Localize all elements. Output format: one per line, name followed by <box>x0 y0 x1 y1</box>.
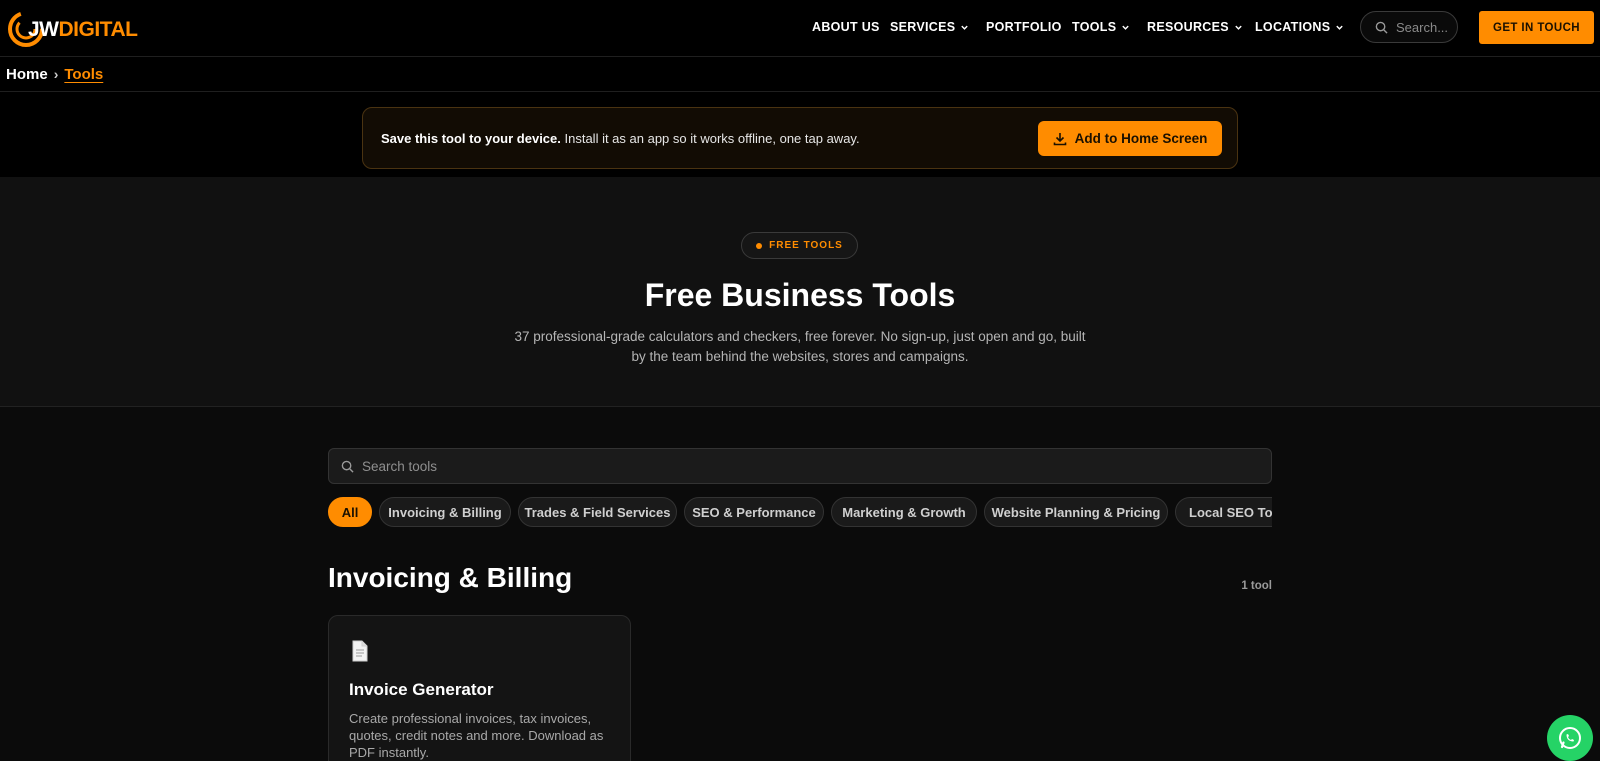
install-banner-body: Install it as an app so it works offline… <box>560 130 860 146</box>
download-icon <box>1053 132 1066 145</box>
chevron-down-icon <box>961 25 969 30</box>
filter-chip-seo-performance[interactable]: SEO & Performance <box>684 497 824 527</box>
header-search[interactable] <box>1360 11 1458 43</box>
filter-chip-marketing-growth[interactable]: Marketing & Growth <box>831 497 977 527</box>
tool-card-description: Create professional invoices, tax invoic… <box>349 711 604 760</box>
nav-label: ABOUT US <box>812 20 880 34</box>
section-tool-count: 1 tool <box>1241 580 1272 592</box>
nav-item-resources[interactable]: RESOURCES <box>1147 20 1243 34</box>
nav-label: LOCATIONS <box>1255 20 1331 34</box>
page-title: Free Business Tools <box>644 277 956 313</box>
add-to-home-screen-button[interactable]: Add to Home Screen <box>1038 121 1222 156</box>
nav-item-about-us[interactable]: ABOUT US <box>812 20 880 34</box>
site-header: JWDIGITAL ABOUT US SERVICES PORTFOLIO TO… <box>0 0 1600 57</box>
free-tools-badge: FREE TOOLS <box>741 232 858 259</box>
whatsapp-icon <box>1559 726 1581 750</box>
badge-label: FREE TOOLS <box>769 240 843 251</box>
nav-item-services[interactable]: SERVICES <box>890 20 969 34</box>
header-search-input[interactable] <box>1396 19 1456 35</box>
nav-item-portfolio[interactable]: PORTFOLIO <box>986 20 1062 34</box>
breadcrumb-home[interactable]: Home <box>6 66 48 83</box>
tools-search-input[interactable] <box>362 458 1242 474</box>
category-filters: All Invoicing & Billing Trades & Field S… <box>328 497 1272 529</box>
nav-item-locations[interactable]: LOCATIONS <box>1255 20 1344 34</box>
tool-card-invoice-generator[interactable]: Invoice Generator Create professional in… <box>328 615 631 761</box>
site-logo[interactable]: JWDIGITAL <box>6 5 138 53</box>
chevron-down-icon <box>1235 25 1242 30</box>
search-icon <box>341 460 354 473</box>
section-title-invoicing-billing: Invoicing & Billing <box>328 562 573 593</box>
tool-card-title: Invoice Generator <box>349 680 494 699</box>
nav-label: SERVICES <box>890 20 956 34</box>
tools-search[interactable] <box>328 448 1272 484</box>
badge-dot-icon <box>756 242 763 249</box>
filter-chip-invoicing-billing[interactable]: Invoicing & Billing <box>379 497 511 527</box>
nav-item-tools[interactable]: TOOLS <box>1072 20 1130 34</box>
hero-section: FREE TOOLS Free Business Tools 37 profes… <box>0 177 1600 407</box>
install-banner-bold: Save this tool to your device. <box>381 130 561 146</box>
install-banner-band: Save this tool to your device. Install i… <box>0 92 1600 177</box>
nav-label: PORTFOLIO <box>986 20 1062 34</box>
logo-text: JWDIGITAL <box>28 18 138 42</box>
install-banner: Save this tool to your device. Install i… <box>362 107 1238 169</box>
breadcrumb: Home › Tools <box>0 57 1600 92</box>
document-icon <box>352 640 368 662</box>
filter-chip-trades-field-services[interactable]: Trades & Field Services <box>518 497 677 527</box>
logo-text-jw: JW <box>28 18 59 41</box>
search-icon <box>1375 21 1388 34</box>
nav-label: RESOURCES <box>1147 20 1229 34</box>
whatsapp-chat-button[interactable] <box>1547 715 1593 761</box>
get-in-touch-button[interactable]: GET IN TOUCH <box>1479 11 1594 44</box>
logo-text-digital: DIGITAL <box>58 18 138 41</box>
chevron-down-icon <box>1336 25 1344 30</box>
breadcrumb-current[interactable]: Tools <box>64 66 103 83</box>
filter-chip-all[interactable]: All <box>328 497 372 527</box>
page-subtitle: 37 professional-grade calculators and ch… <box>514 329 1086 364</box>
nav-label: TOOLS <box>1072 20 1117 34</box>
add-to-home-screen-label: Add to Home Screen <box>1074 131 1208 146</box>
breadcrumb-separator: › <box>53 66 59 82</box>
filter-chip-local-seo-tools[interactable]: Local SEO Tools <box>1175 497 1272 527</box>
install-banner-text: Save this tool to your device. Install i… <box>381 131 860 146</box>
filter-chip-website-planning-pricing[interactable]: Website Planning & Pricing <box>984 497 1168 527</box>
chevron-down-icon <box>1122 25 1130 30</box>
